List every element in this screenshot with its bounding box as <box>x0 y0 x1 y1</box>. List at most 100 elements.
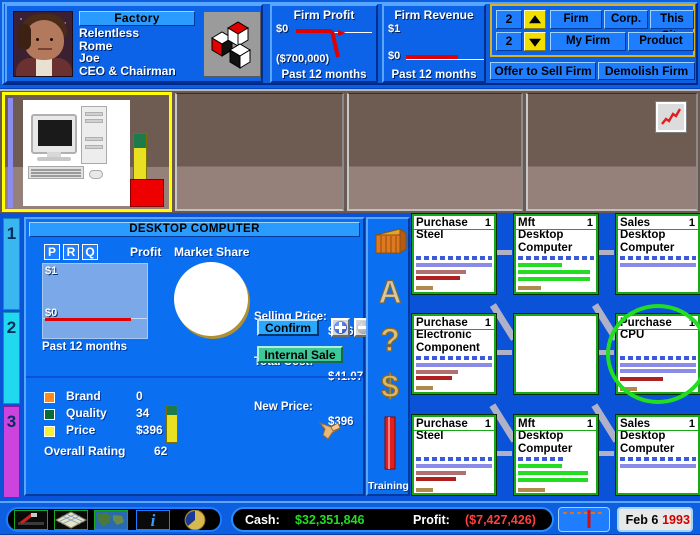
svg-text:$: $ <box>381 368 399 403</box>
overall-rating-label: Overall Rating <box>44 444 126 458</box>
production-cell-mft-computer-2[interactable]: Mft 1 Desktop Computer <box>513 414 599 496</box>
cubes-logo <box>203 11 261 77</box>
cell-count: 1 <box>586 217 593 229</box>
tab-this-city[interactable]: This City <box>650 10 694 42</box>
company-info-panel[interactable]: Factory Relentless Rome Joe CEO & Chairm… <box>5 4 263 83</box>
product-index-value: 2 <box>496 32 522 51</box>
date-year: 1993 <box>662 513 690 527</box>
panel-title-factory[interactable]: Factory <box>79 11 195 26</box>
overall-rating-value: 62 <box>154 444 168 458</box>
cell-type: Mft <box>518 418 536 430</box>
company-details: Relentless Rome Joe CEO & Chairman <box>79 27 176 77</box>
cell-count: 1 <box>484 418 491 430</box>
firm-profit-panel[interactable]: Firm Profit $0 ($700,000) Past 12 months <box>270 4 378 83</box>
city-map-icon[interactable] <box>54 510 88 530</box>
market-share-label: Market Share <box>174 245 250 259</box>
training-icon[interactable] <box>372 415 408 471</box>
product-tab-2[interactable]: 2 <box>3 312 20 404</box>
executive-portrait <box>13 11 73 77</box>
triangle-down-icon[interactable] <box>524 32 546 51</box>
cell-count: 1 <box>688 418 695 430</box>
product-tab-3[interactable]: 3 <box>3 406 20 498</box>
new-price-label: New Price: <box>254 401 313 413</box>
pause-clock-icon[interactable] <box>176 509 214 531</box>
pointing-hand-cursor <box>318 419 342 441</box>
cell-type: Mft <box>518 217 536 229</box>
production-cell-purchase-steel-1[interactable]: Purchase 1 Steel <box>411 213 497 295</box>
tab-product[interactable]: Product <box>628 32 694 51</box>
brand-label: Brand <box>66 389 101 403</box>
production-cell-purchase-steel-2[interactable]: Purchase 1 Steel <box>411 414 497 496</box>
world-map-icon[interactable] <box>94 510 128 530</box>
production-cell-empty[interactable] <box>513 313 599 395</box>
production-chain-grid: Purchase 1 Steel Mft 1 Desktop Computer <box>410 213 700 501</box>
price-tab-button[interactable]: P <box>44 244 60 260</box>
help-question-icon[interactable]: ? <box>372 321 408 358</box>
quality-tab-button[interactable]: Q <box>82 244 98 260</box>
game-date[interactable]: Feb 6 1993 <box>617 507 693 532</box>
advertising-icon[interactable]: A <box>372 273 408 310</box>
owner-role: CEO & Chairman <box>79 63 176 78</box>
warehouse-icon[interactable] <box>372 225 408 261</box>
svg-text:?: ? <box>380 322 400 357</box>
production-cell-mft-computer-1[interactable]: Mft 1 Desktop Computer <box>513 213 599 295</box>
product-tab-1-label: 1 <box>6 224 17 243</box>
finance-dollar-icon[interactable]: $ <box>372 367 408 404</box>
firm-index-value: 2 <box>496 10 522 29</box>
cell-type: Sales <box>620 217 651 229</box>
product-tab-strip: 1 2 3 <box>1 214 21 500</box>
market-share-pie <box>174 262 248 336</box>
product-detail-panel: DESKTOP COMPUTER P R Q Profit Market Sha… <box>24 217 373 496</box>
production-cell-sales-computer-2[interactable]: Sales 1 Desktop Computer <box>615 414 700 496</box>
info-icon[interactable]: i <box>136 510 170 530</box>
speed-slider-icon[interactable] <box>558 507 610 532</box>
top-status-bar: Factory Relentless Rome Joe CEO & Chairm… <box>0 0 700 88</box>
cell-count: 1 <box>484 217 491 229</box>
cell-count: 1 <box>586 418 593 430</box>
firm-revenue-panel[interactable]: Firm Revenue $1 $0 Past 12 months <box>382 4 486 83</box>
factory-bay-2[interactable] <box>175 93 344 211</box>
cell-count: 1 <box>688 217 695 229</box>
price-label: Price <box>66 423 96 437</box>
cell-item: Desktop Computer <box>518 430 573 455</box>
rising-chart-icon <box>655 101 687 133</box>
tab-my-firm[interactable]: My Firm <box>550 32 626 51</box>
red-crate <box>130 179 164 207</box>
triangle-up-icon[interactable] <box>524 10 546 29</box>
cell-type: Sales <box>620 418 651 430</box>
profit-graph-footer: Past 12 months <box>42 341 127 353</box>
cash-label: Cash: <box>245 513 280 527</box>
cell-item: Electronic Component <box>416 329 480 354</box>
offer-to-sell-firm-button[interactable]: Offer to Sell Firm <box>490 62 596 80</box>
price-value: $396 <box>136 423 163 437</box>
cell-type: Purchase <box>416 217 468 229</box>
internal-sale-button[interactable]: Internal Sale <box>257 346 343 363</box>
cell-type: Purchase <box>416 418 468 430</box>
profit-graph-top-label: $1 <box>45 265 58 277</box>
confirm-button[interactable]: Confirm <box>257 319 319 336</box>
build-tools-icon[interactable] <box>14 510 48 530</box>
production-cell-sales-computer-1[interactable]: Sales 1 Desktop Computer <box>615 213 700 295</box>
factory-bay-1[interactable] <box>2 92 172 212</box>
product-tab-3-label: 3 <box>6 412 17 431</box>
factory-bay-3[interactable] <box>347 93 523 211</box>
svg-text:i: i <box>151 511 156 529</box>
training-label: Training <box>368 480 409 492</box>
tab-firm[interactable]: Firm <box>550 10 602 29</box>
profit-graph-label: Profit <box>130 245 162 259</box>
product-tab-1[interactable]: 1 <box>3 218 20 310</box>
selected-cell-highlight <box>606 304 700 404</box>
firm-revenue-footer: Past 12 months <box>391 69 477 81</box>
plus-circle-icon[interactable] <box>331 318 350 337</box>
cell-type: Purchase <box>416 317 468 329</box>
demolish-firm-button[interactable]: Demolish Firm <box>598 62 695 80</box>
desktop-computer-image <box>23 100 130 206</box>
cell-count: 1 <box>484 317 491 329</box>
factory-bay-4[interactable] <box>526 93 698 211</box>
cell-item: Steel <box>416 430 444 442</box>
company-name: Relentless <box>79 26 140 40</box>
factory-tools-column: A ? $ Training <box>366 217 410 496</box>
production-cell-purchase-electronic-1[interactable]: Purchase 1 Electronic Component <box>411 313 497 395</box>
tab-corp[interactable]: Corp. <box>604 10 648 29</box>
rnd-tab-button[interactable]: R <box>63 244 79 260</box>
